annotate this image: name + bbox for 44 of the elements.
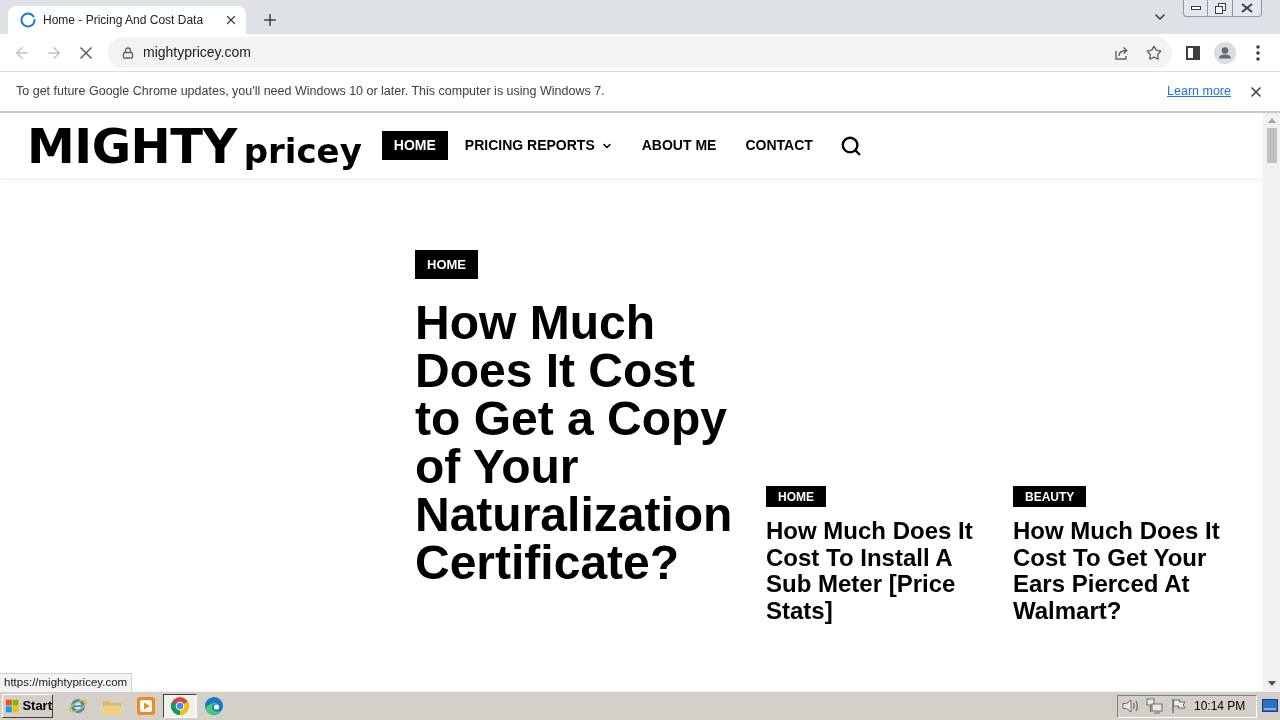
search-icon <box>839 134 862 157</box>
minimize-button[interactable] <box>1183 0 1208 17</box>
side-panel-icon <box>1186 45 1200 60</box>
category-tag[interactable]: HOME <box>766 486 826 507</box>
close-icon <box>224 13 238 27</box>
article-title[interactable]: How Much Does It Cost to Get a Copy of Your Naturalization Certificate? <box>415 299 747 587</box>
site-logo[interactable]: MIGHTY pricey <box>27 121 362 170</box>
learn-more-link[interactable]: Learn more <box>1167 82 1231 101</box>
avatar-icon <box>1214 41 1236 64</box>
close-icon <box>1241 3 1253 13</box>
info-message: To get future Google Chrome updates, you'll need Windows 10 or later. This computer is using Windows 7. <box>16 83 605 101</box>
monitor-icon <box>1262 698 1278 714</box>
close-window-button[interactable] <box>1233 0 1262 17</box>
plus-icon <box>261 11 279 29</box>
nav-link[interactable]: HOME <box>381 131 448 160</box>
scroll-down-icon[interactable] <box>1267 681 1276 686</box>
category-tag[interactable]: BEAUTY <box>1013 486 1087 507</box>
speaker-icon[interactable] <box>1122 698 1140 714</box>
windows-logo-icon <box>5 698 20 714</box>
media-player-icon <box>136 696 156 716</box>
taskbar-app-button[interactable] <box>163 694 197 718</box>
show-desktop-button[interactable] <box>1262 698 1278 714</box>
article-title[interactable]: How Much Does It Cost To Install A Sub Meter [Price Stats] <box>766 518 991 624</box>
status-url: https://mightypricey.com <box>0 673 133 691</box>
minimize-icon <box>1190 6 1201 10</box>
flag-icon[interactable] <box>1171 698 1187 714</box>
network-icon[interactable] <box>1146 698 1164 714</box>
restore-button[interactable] <box>1208 0 1233 17</box>
clock[interactable]: 10:14 PM <box>1194 697 1246 715</box>
share-icon <box>1114 44 1130 61</box>
browser-tab[interactable]: Home - Pricing And Cost Data <box>8 6 246 34</box>
start-button[interactable]: Start <box>2 694 53 718</box>
scrollbar-thumb[interactable] <box>1266 128 1277 163</box>
category-tag[interactable]: HOME <box>415 250 478 279</box>
wave-logo-icon <box>204 696 224 716</box>
browser-e-icon <box>68 696 88 716</box>
article-title[interactable]: How Much Does It Cost To Get Your Ears Pierced At Walmart? <box>1013 518 1238 624</box>
address-bar[interactable]: mightypricey.com <box>108 37 1172 68</box>
star-icon <box>1146 44 1162 61</box>
lock-icon <box>122 46 134 59</box>
menu-icon <box>1256 44 1260 61</box>
url-text: mightypricey.com <box>143 43 251 62</box>
chrome-logo-icon <box>170 696 190 716</box>
restore-icon <box>1214 2 1226 14</box>
